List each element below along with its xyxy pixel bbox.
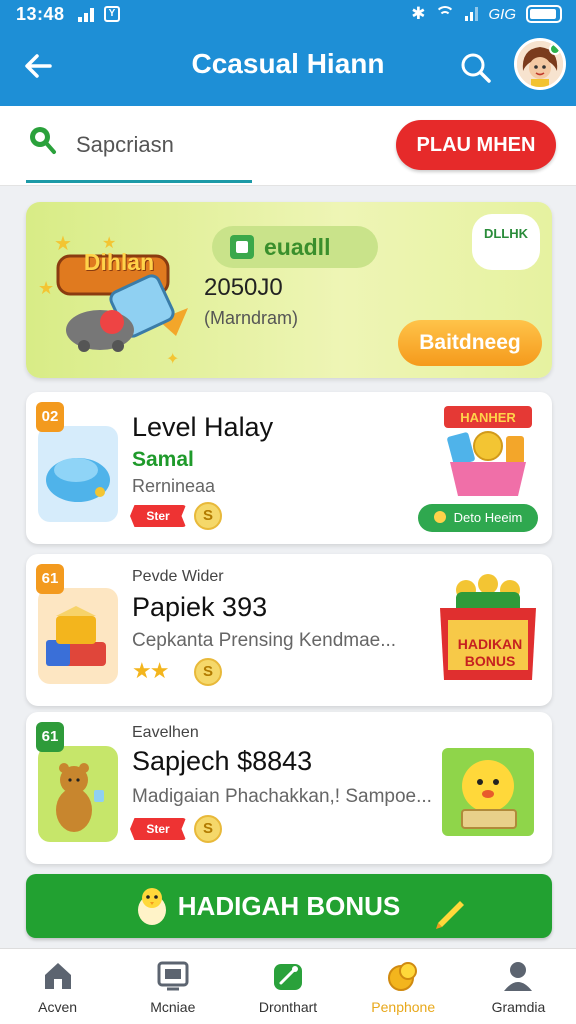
game-thumbnail-icon	[38, 426, 118, 522]
game-title: Sapjech $8843	[132, 746, 313, 776]
search-underline	[26, 180, 252, 183]
sim-icon: Y	[104, 6, 120, 22]
search-input[interactable]: Sapcriasn	[76, 132, 174, 158]
rank-badge: 61	[36, 722, 64, 752]
game-description: Rernineaa	[132, 476, 216, 496]
coin-icon: S	[194, 815, 222, 843]
profile-icon	[501, 959, 535, 993]
signal-icon	[78, 8, 94, 22]
promo-amount: 2050J0	[204, 274, 283, 301]
bonus-label: HADIGAH BONUS	[177, 891, 401, 921]
chick-mascot-icon	[130, 884, 174, 928]
game-thumbnail-icon	[38, 588, 118, 684]
rating-stars-icon: ★★	[132, 658, 169, 683]
game-subtitle: Samal	[132, 448, 194, 471]
wifi-icon	[435, 6, 456, 22]
gamepad-icon	[271, 959, 305, 993]
nav-label: Acven	[38, 999, 78, 1015]
pencil-icon	[432, 888, 468, 929]
nav-item-coins[interactable]: Penphone	[346, 949, 461, 1024]
nav-item-tv[interactable]: Mcniae	[115, 949, 230, 1024]
promo-badge: euadll	[212, 226, 378, 268]
nav-label: Gramdia	[491, 999, 546, 1015]
promo-subtitle: (Marndram)	[204, 308, 299, 328]
game-tag: Ster	[130, 505, 186, 527]
mascot-illustration-icon	[442, 748, 534, 836]
home-icon	[41, 959, 75, 993]
rocket-illustration-icon: ★ ★ ★ ✦	[38, 218, 208, 368]
nav-item-game[interactable]: Dronthart	[230, 949, 345, 1024]
rank-badge: 02	[36, 402, 64, 432]
rank-badge: 61	[36, 564, 64, 594]
game-card[interactable]: 02 Level Halay Samal Rernineaa Ster S HA…	[26, 392, 552, 544]
nav-item-profile[interactable]: Gramdia	[461, 949, 576, 1024]
top-bar: 13:48 Y ✱ GIG Ccasual Hiann	[0, 0, 576, 106]
game-category: Eavelhen	[132, 724, 199, 741]
nav-label: Dronthart	[258, 999, 318, 1015]
avatar[interactable]	[514, 38, 566, 90]
game-tag: Ster	[130, 818, 186, 840]
game-description: Cepkanta Prensing Kendmae...	[132, 630, 397, 651]
bonus-art-label: HADIKAN BONUS	[457, 636, 523, 669]
game-card[interactable]: 61 Pevde Wider Papiek 393 Cepkanta Prens…	[26, 554, 552, 706]
promo-tag: DLLHK	[472, 214, 540, 270]
nav-label: Penphone	[371, 999, 436, 1015]
nav-item-home[interactable]: Acven	[0, 949, 115, 1024]
coins-icon	[386, 959, 420, 993]
svg-text:✦: ✦	[166, 351, 179, 368]
search-leaf-icon	[24, 122, 60, 158]
svg-text:★: ★	[38, 278, 54, 298]
coin-icon: S	[194, 502, 222, 530]
search-row: Sapcriasn PLAU MHEN	[0, 106, 576, 186]
promo-art-label: Dihlan	[83, 249, 155, 275]
game-action-button[interactable]: Deto Heeim	[418, 504, 538, 532]
game-card[interactable]: 61 Eavelhen Sapjech $8843 Madigaian Phac…	[26, 712, 552, 864]
shopping-bag-icon	[230, 235, 254, 259]
carrier-text: GIG	[488, 5, 516, 23]
promo-action-button[interactable]: Baitdneeg	[398, 320, 542, 366]
online-status-icon	[549, 43, 561, 55]
basket-art-label: HANHER	[460, 410, 516, 425]
game-title: Level Halay	[132, 412, 274, 442]
status-bar: 13:48 Y ✱ GIG	[0, 0, 576, 30]
promo-banner[interactable]: ★ ★ ★ ✦ Dihlan euadll 2050J0 (Marndram) …	[26, 202, 552, 378]
coin-icon: S	[194, 658, 222, 686]
game-title: Papiek 393	[132, 592, 268, 622]
game-description: Madigaian Phachakkan,! Sampoe...	[132, 786, 432, 807]
promo-badge-text: euadll	[264, 234, 331, 260]
bottom-nav: Acven Mcniae Dronthart Penphone Gramdia	[0, 948, 576, 1024]
bonus-button[interactable]: HADIGAH BONUS	[26, 874, 552, 938]
bluetooth-icon: ✱	[411, 4, 426, 23]
battery-icon	[526, 5, 562, 23]
nav-label: Mcniae	[150, 999, 196, 1015]
signal-strength-icon	[465, 7, 479, 21]
game-category: Pevde Wider	[132, 568, 224, 585]
game-thumbnail-icon	[38, 746, 118, 842]
tv-icon	[156, 959, 190, 993]
status-time: 13:48	[16, 4, 65, 24]
search-icon[interactable]	[456, 48, 496, 88]
play-now-button[interactable]: PLAU MHEN	[396, 120, 556, 170]
app-bar: Ccasual Hiann	[0, 30, 576, 106]
